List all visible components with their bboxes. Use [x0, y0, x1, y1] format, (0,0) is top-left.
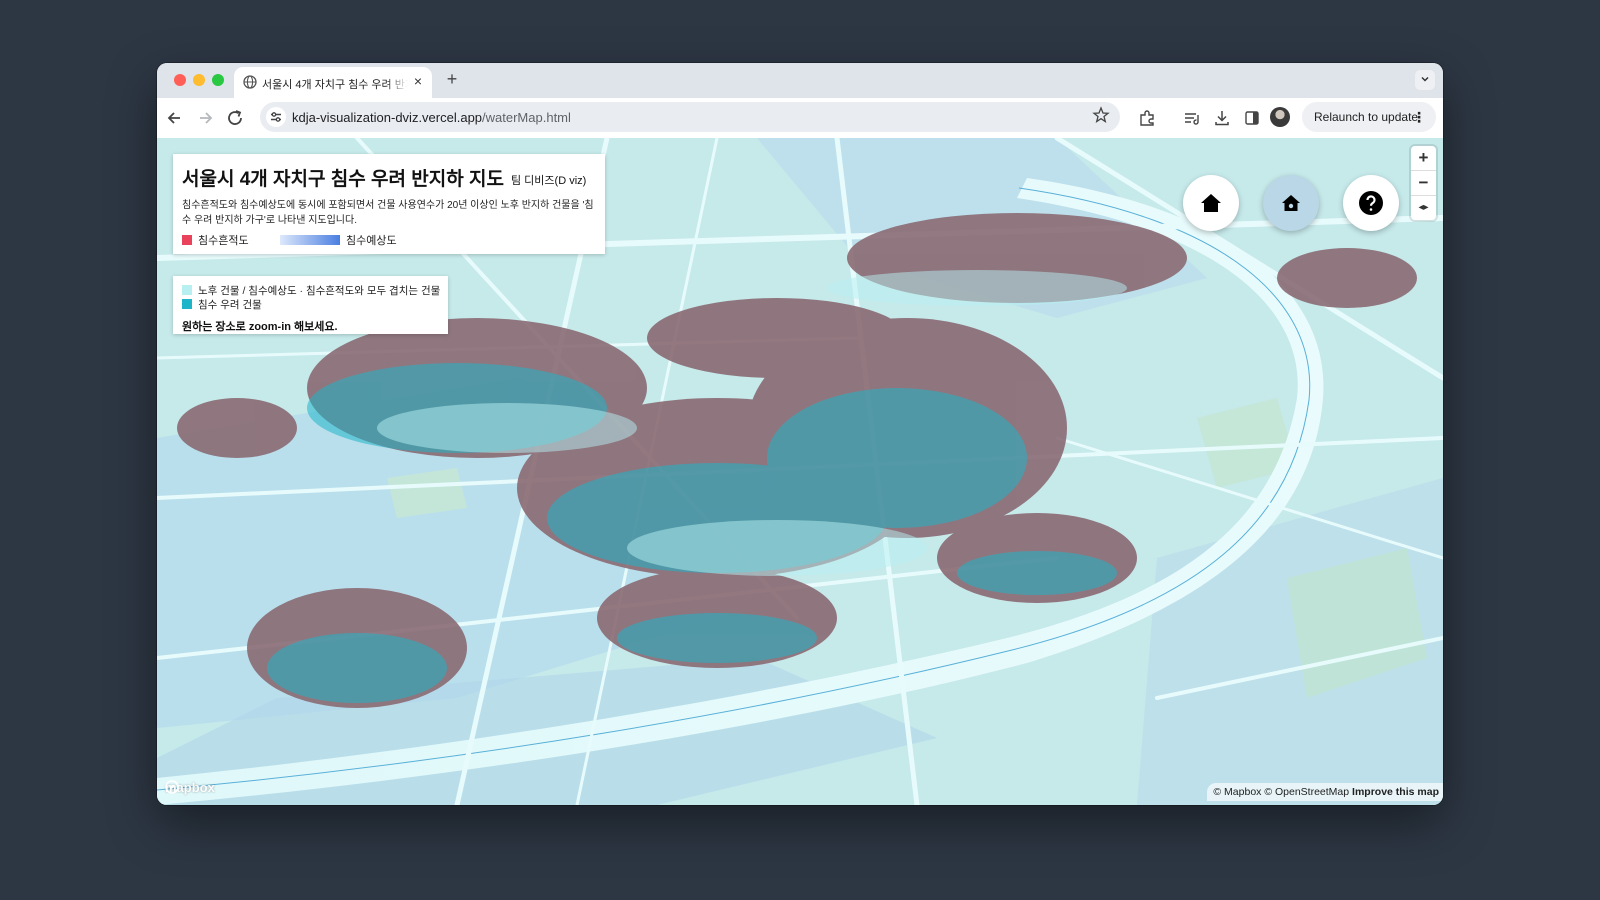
reading-list-icon[interactable] — [1181, 107, 1203, 129]
home-button[interactable] — [1183, 175, 1239, 231]
toolbar: kdja-visualization-dviz.vercel.app/water… — [157, 98, 1443, 139]
tune-icon — [271, 112, 281, 122]
minimize-window-button[interactable] — [193, 74, 205, 86]
home-icon — [1201, 194, 1221, 212]
tab-strip: 서울시 4개 자치구 침수 우려 반지하 × + — [157, 63, 1443, 98]
sidepanel-icon[interactable] — [1241, 107, 1263, 129]
download-icon[interactable] — [1211, 107, 1233, 129]
flood-forecast-swatch — [280, 235, 340, 245]
forward-button[interactable] — [193, 106, 217, 130]
home-alt-icon — [1282, 195, 1300, 211]
zoom-out-button[interactable]: − — [1411, 171, 1436, 196]
map-canvas[interactable]: 서울시 4개 자치구 침수 우려 반지하 지도 팀 디비즈(D viz) 침수흔… — [157, 138, 1443, 805]
page-title: 서울시 4개 자치구 침수 우려 반지하 지도 — [182, 169, 504, 190]
compass-button[interactable]: ◂▸ — [1411, 196, 1436, 220]
help-icon — [1359, 191, 1383, 215]
tab-close-button[interactable]: × — [410, 73, 426, 89]
url-host: kdja-visualization-dviz.vercel.app — [292, 110, 483, 125]
url-text[interactable]: kdja-visualization-dviz.vercel.app/water… — [292, 110, 571, 125]
maximize-window-button[interactable] — [212, 74, 224, 86]
team-label: 팀 디비즈(D viz) — [511, 175, 587, 187]
risk-building-swatch — [182, 299, 192, 309]
site-info-button[interactable] — [266, 107, 286, 127]
globe-icon — [243, 75, 257, 89]
avatar[interactable] — [1270, 107, 1290, 127]
tab-search-button[interactable] — [1415, 70, 1435, 90]
new-tab-button[interactable]: + — [441, 68, 463, 90]
more-menu-icon: ⋮ — [1412, 109, 1426, 125]
legend-flood-forecast-label: 침수예상도 — [346, 235, 397, 247]
legend-flood-trace-label: 침수흔적도 — [198, 235, 249, 247]
tab-title: 서울시 4개 자치구 침수 우려 반지하 — [262, 79, 408, 91]
url-path: /waterMap.html — [482, 110, 571, 125]
legend-flood-forecast: 침수예상도 — [280, 232, 397, 248]
map-description: 침수흔적도와 침수예상도에 동시에 포함되면서 건물 사용연수가 20년 이상인… — [182, 200, 594, 226]
reload-button[interactable] — [223, 106, 247, 130]
mapbox-icon — [165, 780, 179, 794]
relaunch-label: Relaunch to update — [1314, 110, 1419, 124]
tab-active[interactable]: 서울시 4개 자치구 침수 우려 반지하 × — [234, 67, 432, 98]
legend-panel: 노후 건물 / 침수예상도 · 침수흔적도와 모두 겹치는 건물 침수 우려 건… — [173, 276, 448, 334]
home-alt-button[interactable] — [1263, 175, 1319, 231]
star-icon[interactable] — [1092, 106, 1110, 124]
legend-old-building-label: 노후 건물 / 침수예상도 · 침수흔적도와 모두 겹치는 건물 — [198, 285, 441, 297]
zoom-hint: 원하는 장소로 zoom-in 해보세요. — [182, 321, 338, 333]
back-button[interactable] — [163, 106, 187, 130]
legend-risk-building-label: 침수 우려 건물 — [198, 299, 262, 311]
legend-flood-trace: 침수흔적도 — [182, 232, 249, 248]
legend-risk-building: 침수 우려 건물 — [182, 297, 262, 312]
extensions-icon[interactable] — [1136, 107, 1158, 129]
browser-window: 서울시 4개 자치구 침수 우려 반지하 × + kdja-visualizat… — [157, 63, 1443, 805]
zoom-in-button[interactable]: + — [1411, 146, 1436, 171]
map-attribution: © Mapbox © OpenStreetMap Improve this ma… — [1207, 783, 1443, 801]
close-window-button[interactable] — [174, 74, 186, 86]
improve-map-link[interactable]: Improve this map — [1352, 786, 1439, 798]
mapbox-logo[interactable]: mapbox — [165, 780, 215, 795]
zoom-control: + − ◂▸ — [1411, 146, 1436, 220]
relaunch-button[interactable]: Relaunch to update ⋮ — [1302, 102, 1436, 132]
help-button[interactable] — [1343, 175, 1399, 231]
flood-trace-swatch — [182, 235, 192, 245]
attribution-text[interactable]: © Mapbox © OpenStreetMap — [1213, 786, 1349, 798]
title-panel: 서울시 4개 자치구 침수 우려 반지하 지도 팀 디비즈(D viz) 침수흔… — [173, 154, 605, 254]
chevron-down-icon — [1421, 77, 1429, 82]
address-bar[interactable]: kdja-visualization-dviz.vercel.app/water… — [260, 102, 1120, 132]
legend-old-building: 노후 건물 / 침수예상도 · 침수흔적도와 모두 겹치는 건물 — [182, 283, 440, 298]
old-building-swatch — [182, 285, 192, 295]
